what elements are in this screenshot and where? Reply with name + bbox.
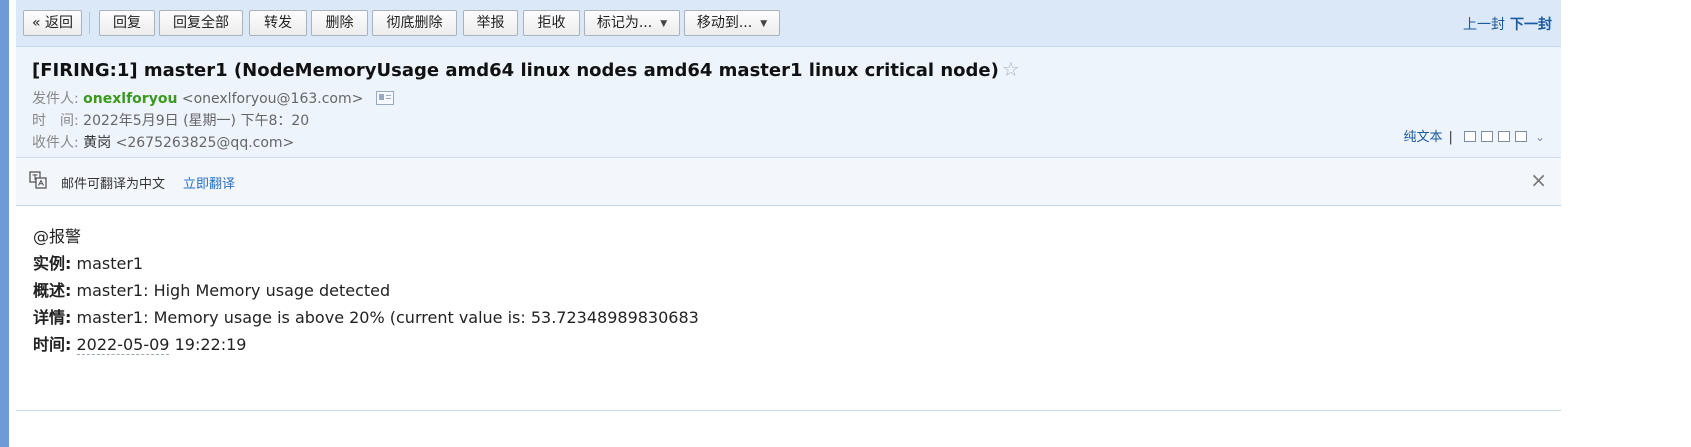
recipient-label: 收件人:: [32, 135, 79, 151]
close-icon[interactable]: ×: [1530, 168, 1547, 192]
chevron-down-icon: ▼: [760, 19, 768, 29]
time-value: 2022年5月9日 (星期一) 下午8：20: [83, 113, 310, 129]
left-accent-bar: [0, 0, 9, 447]
header-tools: 纯文本 | ⌄: [1404, 126, 1545, 145]
left-gap: [9, 0, 16, 447]
alert-date[interactable]: 2022-05-09: [76, 335, 170, 355]
plain-text-link[interactable]: 纯文本: [1404, 130, 1443, 145]
mark-as-dropdown[interactable]: 标记为... ▼: [584, 10, 680, 36]
minimize-window-icon[interactable]: [1480, 131, 1493, 142]
star-icon[interactable]: ☆: [1002, 57, 1020, 81]
mark-as-label: 标记为...: [596, 15, 653, 31]
alert-clock: 19:22:19: [174, 335, 247, 354]
report-button[interactable]: 举报: [463, 10, 518, 36]
expand-icon[interactable]: ⌄: [1535, 130, 1545, 144]
subject-text: [FIRING:1] master1 (NodeMemoryUsage amd6…: [32, 60, 999, 81]
time-line: 时间: 2022-05-09 19:22:19: [33, 334, 699, 361]
chevron-down-icon: ▼: [660, 19, 668, 29]
back-button[interactable]: « 返回: [23, 10, 82, 36]
print-icon[interactable]: [1514, 131, 1527, 142]
mail-body: @报警 实例: master1 概述: master1: High Memory…: [33, 226, 699, 361]
forward-button[interactable]: 转发: [249, 10, 307, 36]
move-to-label: 移动到...: [696, 15, 753, 31]
body-bottom-divider: [16, 410, 1561, 411]
reply-all-button[interactable]: 回复全部: [159, 10, 243, 36]
translate-message: 邮件可翻译为中文: [61, 177, 166, 192]
details-line: 详情: master1: Memory usage is above 20% (…: [33, 307, 699, 334]
toolbar-separator: [89, 12, 90, 34]
contact-card-icon[interactable]: [375, 91, 394, 105]
translate-bar: 邮件可翻译为中文 立即翻译 ×: [16, 158, 1561, 206]
recipient-row: 收件人: 黄岗 <2675263825@qq.com>: [32, 132, 294, 152]
instance-value: master1: [76, 254, 144, 273]
previous-mail-link[interactable]: 上一封: [1463, 14, 1505, 34]
sender-label: 发件人:: [32, 91, 79, 107]
sender-row: 发件人: onexlforyou <onexlforyou@163.com>: [32, 88, 394, 108]
instance-line: 实例: master1: [33, 253, 699, 280]
details-value: master1: Memory usage is above 20% (curr…: [76, 308, 699, 327]
summary-label: 概述:: [33, 281, 72, 300]
mail-subject: [FIRING:1] master1 (NodeMemoryUsage amd6…: [32, 57, 1020, 81]
delete-permanently-button[interactable]: 彻底删除: [372, 10, 457, 36]
recipient-email: <2675263825@qq.com>: [115, 135, 295, 151]
sender-name[interactable]: onexlforyou: [83, 91, 177, 107]
download-icon[interactable]: [1497, 131, 1510, 142]
details-label: 详情:: [33, 308, 72, 327]
delete-button[interactable]: 删除: [311, 10, 368, 36]
move-to-dropdown[interactable]: 移动到... ▼: [684, 10, 780, 36]
reject-button[interactable]: 拒收: [523, 10, 580, 36]
alert-time-label: 时间:: [33, 335, 72, 354]
mail-header: [FIRING:1] master1 (NodeMemoryUsage amd6…: [16, 47, 1561, 158]
summary-line: 概述: master1: High Memory usage detected: [33, 280, 699, 307]
instance-label: 实例:: [33, 254, 72, 273]
sender-email: <onexlforyou@163.com>: [181, 91, 364, 107]
reply-button[interactable]: 回复: [99, 10, 155, 36]
next-mail-link[interactable]: 下一封: [1510, 14, 1552, 34]
tools-separator: |: [1448, 130, 1453, 145]
translate-now-link[interactable]: 立即翻译: [183, 173, 235, 192]
recipient-name[interactable]: 黄岗: [83, 135, 111, 151]
summary-value: master1: High Memory usage detected: [76, 281, 391, 300]
mention-line: @报警: [33, 227, 82, 246]
translate-icon: [29, 171, 47, 189]
time-label: 时 间:: [32, 113, 79, 129]
time-row: 时 间: 2022年5月9日 (星期一) 下午8：20: [32, 110, 309, 130]
new-window-icon[interactable]: [1463, 131, 1476, 142]
mail-toolbar: « 返回 回复 回复全部 转发 删除 彻底删除 举报 拒收 标记为... ▼ 移动…: [16, 0, 1561, 47]
